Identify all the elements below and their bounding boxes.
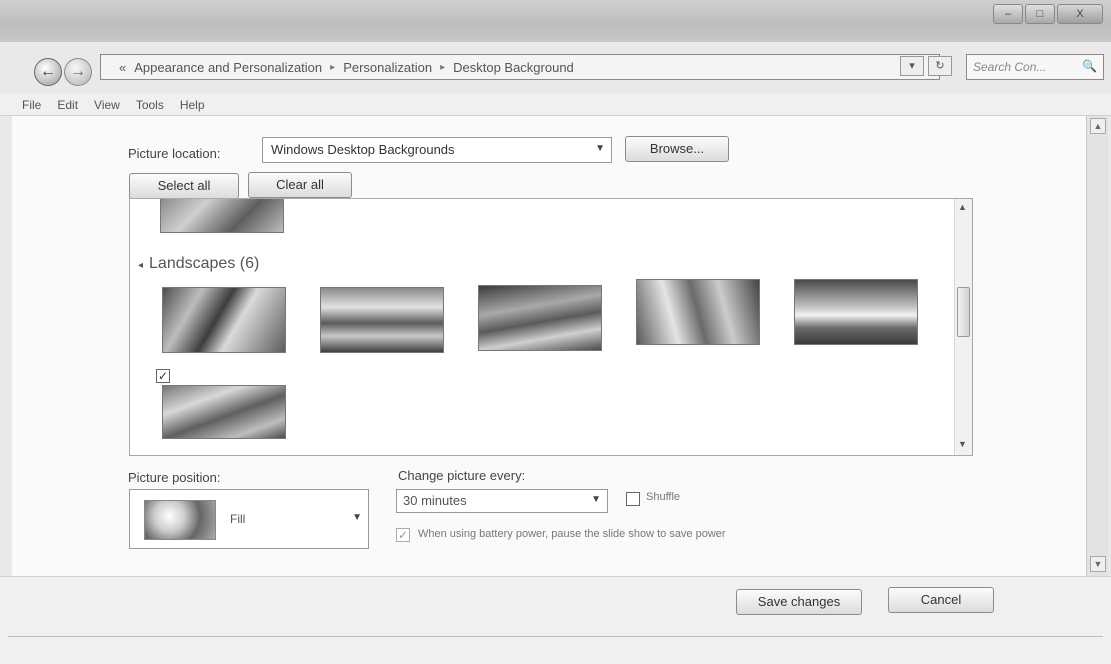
group-header-landscapes[interactable]: ◂ Landscapes (6)	[138, 255, 259, 273]
collapse-arrow-icon: ◂	[138, 260, 144, 271]
search-input[interactable]: Search Con... 🔍	[966, 54, 1104, 80]
picture-location-select[interactable]: Windows Desktop Backgrounds ▼	[262, 137, 612, 163]
menu-view[interactable]: View	[94, 98, 120, 112]
wallpaper-thumbnail[interactable]	[636, 279, 760, 345]
browse-button[interactable]: Browse...	[625, 136, 729, 162]
window-controls: – □ X	[993, 4, 1103, 24]
position-preview-icon	[144, 500, 216, 540]
wallpaper-thumbnail[interactable]	[478, 285, 602, 351]
picture-location-value: Windows Desktop Backgrounds	[271, 142, 455, 157]
wallpaper-thumbnail[interactable]	[320, 287, 444, 353]
change-interval-value: 30 minutes	[403, 493, 467, 508]
window-scrollbar[interactable]: ▲ ▼	[1086, 116, 1108, 576]
breadcrumb-appearance[interactable]: Appearance and Personalization	[134, 60, 322, 75]
chevron-down-icon: ▼	[352, 512, 362, 523]
chevron-down-icon: ▼	[595, 143, 605, 154]
breadcrumb-separator-icon: ▸	[440, 61, 446, 73]
menu-help[interactable]: Help	[180, 98, 205, 112]
change-interval-select[interactable]: 30 minutes ▼	[396, 489, 608, 513]
gallery-scrollbar[interactable]: ▲ ▼	[954, 199, 972, 455]
wallpaper-checkbox[interactable]: ✓	[156, 369, 170, 383]
status-divider	[8, 636, 1103, 637]
picture-position-label: Picture position:	[128, 470, 221, 485]
forward-button[interactable]: →	[64, 58, 92, 86]
scroll-down-icon[interactable]: ▼	[958, 439, 967, 449]
change-picture-label: Change picture every:	[398, 468, 526, 483]
breadcrumb-separator-icon: ▸	[330, 61, 336, 73]
minimize-button[interactable]: –	[993, 4, 1023, 24]
picture-location-label: Picture location:	[128, 146, 221, 161]
picture-position-select[interactable]: Fill ▼	[129, 489, 369, 549]
refresh-icon[interactable]: ↻	[928, 56, 952, 76]
breadcrumb-personalization[interactable]: Personalization	[343, 60, 432, 75]
menu-edit[interactable]: Edit	[57, 98, 78, 112]
scroll-up-icon[interactable]: ▲	[958, 202, 967, 212]
shuffle-checkbox[interactable]	[626, 492, 640, 506]
breadcrumb-desktop-background[interactable]: Desktop Background	[453, 60, 574, 75]
wallpaper-thumbnail[interactable]	[794, 279, 918, 345]
scroll-up-icon[interactable]: ▲	[1090, 118, 1106, 134]
battery-pause-label: When using battery power, pause the slid…	[418, 528, 726, 540]
picture-gallery: ◂ Landscapes (6) ✓ ▲ ▼	[129, 198, 973, 456]
search-icon[interactable]: 🔍	[1082, 59, 1097, 73]
picture-position-value: Fill	[230, 512, 246, 526]
maximize-button[interactable]: □	[1025, 4, 1055, 24]
wallpaper-thumbnail[interactable]	[160, 199, 284, 233]
close-button[interactable]: X	[1057, 4, 1103, 24]
menu-file[interactable]: File	[22, 98, 41, 112]
back-button[interactable]: ←	[34, 58, 62, 86]
menu-bar: File Edit View Tools Help	[0, 94, 1111, 116]
address-bar[interactable]: « Appearance and Personalization ▸ Perso…	[100, 54, 940, 80]
address-prefix-icon: «	[119, 59, 127, 75]
chevron-down-icon: ▼	[591, 494, 601, 505]
scroll-down-icon[interactable]: ▼	[1090, 556, 1106, 572]
address-dropdown-icon[interactable]: ▾	[900, 56, 924, 76]
wallpaper-thumbnail-selected[interactable]	[162, 385, 286, 439]
scrollbar-thumb[interactable]	[957, 287, 970, 337]
menu-tools[interactable]: Tools	[136, 98, 164, 112]
select-all-button[interactable]: Select all	[129, 173, 239, 199]
battery-pause-checkbox[interactable]: ✓	[396, 528, 410, 542]
group-title: Landscapes (6)	[149, 255, 260, 272]
address-actions: ▾ ↻	[900, 56, 958, 78]
shuffle-label: Shuffle	[646, 491, 681, 503]
clear-all-button[interactable]: Clear all	[248, 172, 352, 198]
title-bar: – □ X	[0, 0, 1111, 42]
wallpaper-thumbnail[interactable]	[162, 287, 286, 353]
cancel-button[interactable]: Cancel	[888, 587, 994, 613]
save-changes-button[interactable]: Save changes	[736, 589, 862, 615]
search-placeholder: Search Con...	[973, 60, 1047, 74]
